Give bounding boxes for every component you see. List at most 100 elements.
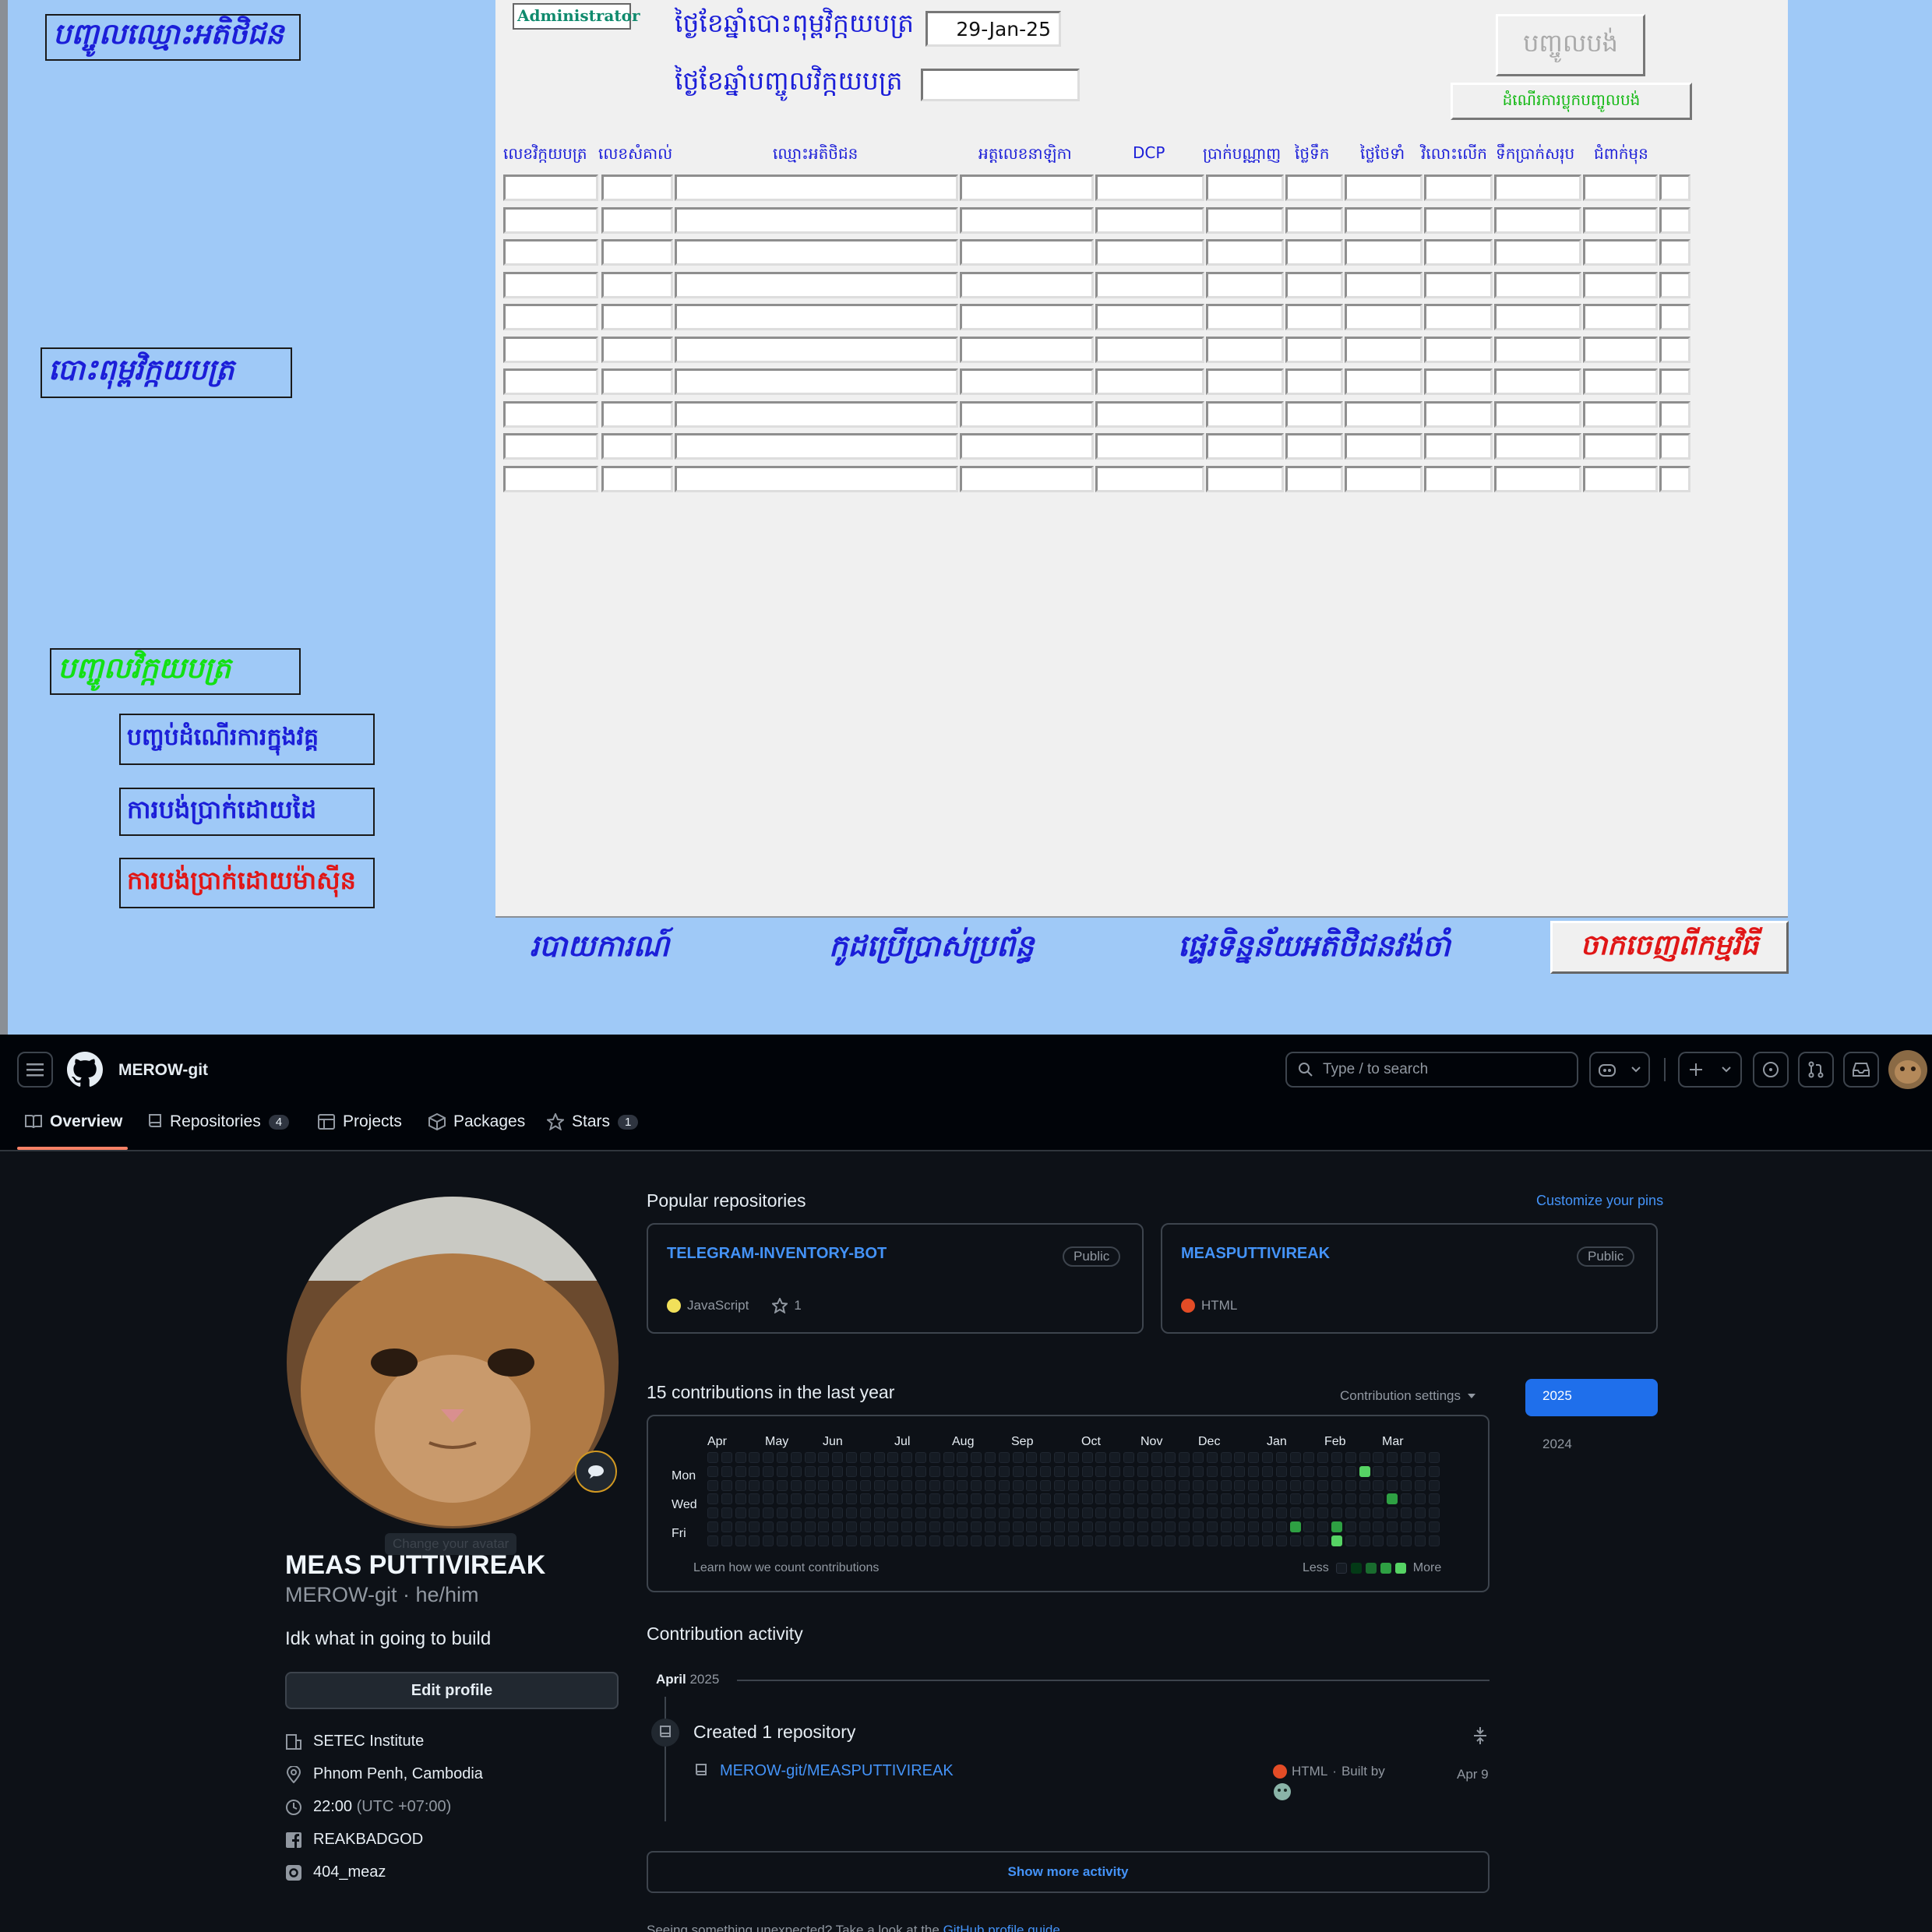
contribution-day[interactable] (1081, 1535, 1093, 1546)
contribution-day[interactable] (749, 1465, 760, 1477)
grid-cell[interactable] (960, 465, 1094, 492)
contribution-day[interactable] (1387, 1493, 1398, 1505)
contribution-day[interactable] (818, 1535, 830, 1546)
contribution-day[interactable] (1123, 1535, 1134, 1546)
inbox-button[interactable] (1843, 1052, 1879, 1088)
contribution-day[interactable] (1067, 1452, 1079, 1463)
grid-cell[interactable] (675, 304, 958, 330)
contribution-day[interactable] (929, 1507, 940, 1519)
contribution-day[interactable] (846, 1493, 857, 1505)
contribution-day[interactable] (1012, 1465, 1024, 1477)
contribution-day[interactable] (1248, 1465, 1260, 1477)
contribution-day[interactable] (763, 1521, 774, 1532)
contribution-day[interactable] (1317, 1452, 1329, 1463)
grid-cell[interactable] (1494, 465, 1581, 492)
grid-cell[interactable] (1424, 465, 1493, 492)
contribution-day[interactable] (818, 1479, 830, 1491)
grid-cell[interactable] (601, 465, 673, 492)
contribution-day[interactable] (1081, 1521, 1093, 1532)
contribution-day[interactable] (1179, 1493, 1190, 1505)
contribution-day[interactable] (873, 1452, 885, 1463)
contribution-day[interactable] (804, 1493, 816, 1505)
contribution-day[interactable] (943, 1507, 954, 1519)
contribution-day[interactable] (859, 1521, 871, 1532)
contribution-day[interactable] (1067, 1521, 1079, 1532)
contribution-day[interactable] (1165, 1452, 1176, 1463)
contribution-day[interactable] (1331, 1479, 1342, 1491)
contribution-day[interactable] (777, 1493, 788, 1505)
grid-cell[interactable] (1583, 465, 1658, 492)
search-input[interactable]: Type / to search (1285, 1052, 1578, 1088)
contribution-day[interactable] (1317, 1479, 1329, 1491)
grid-cell[interactable] (1206, 271, 1284, 298)
grid-cell[interactable] (960, 304, 1094, 330)
grid-cell[interactable] (1659, 304, 1690, 330)
contribution-day[interactable] (1414, 1479, 1426, 1491)
contribution-day[interactable] (887, 1479, 899, 1491)
enter-guest-name-button[interactable]: បញ្ចូលឈ្មោះអតិថិជន (45, 14, 301, 61)
contribution-day[interactable] (1303, 1465, 1315, 1477)
contribution-day[interactable] (915, 1493, 926, 1505)
tab-repositories[interactable]: Repositories 4 (148, 1112, 290, 1131)
contribution-day[interactable] (943, 1465, 954, 1477)
contribution-day[interactable] (832, 1535, 844, 1546)
contribution-day[interactable] (1123, 1479, 1134, 1491)
contribution-day[interactable] (1193, 1452, 1204, 1463)
grid-cell[interactable] (1424, 271, 1493, 298)
contribution-day[interactable] (721, 1493, 732, 1505)
contribution-day[interactable] (1012, 1479, 1024, 1491)
contribution-day[interactable] (763, 1452, 774, 1463)
avatar[interactable] (1888, 1050, 1927, 1089)
github-logo-icon[interactable] (67, 1052, 103, 1088)
contribution-day[interactable] (1289, 1465, 1301, 1477)
contribution-day[interactable] (1123, 1493, 1134, 1505)
contribution-day[interactable] (1151, 1465, 1162, 1477)
contribution-day[interactable] (1262, 1465, 1273, 1477)
contribution-day[interactable] (1262, 1493, 1273, 1505)
grid-cell[interactable] (1285, 239, 1343, 266)
contribution-day[interactable] (1275, 1493, 1287, 1505)
contribution-day[interactable] (1137, 1535, 1148, 1546)
contribution-day[interactable] (998, 1479, 1010, 1491)
contribution-day[interactable] (1026, 1521, 1038, 1532)
contribution-day[interactable] (1054, 1465, 1065, 1477)
contribution-day[interactable] (1179, 1507, 1190, 1519)
contribution-day[interactable] (1137, 1493, 1148, 1505)
contribution-day[interactable] (1373, 1535, 1384, 1546)
profile-facebook[interactable]: REAKBADGOD (285, 1831, 423, 1849)
contribution-day[interactable] (1359, 1521, 1370, 1532)
contribution-day[interactable] (1206, 1479, 1218, 1491)
contribution-day[interactable] (901, 1452, 913, 1463)
contribution-day[interactable] (1137, 1452, 1148, 1463)
grid-cell[interactable] (601, 336, 673, 363)
contribution-day[interactable] (1151, 1493, 1162, 1505)
grid-cell[interactable] (1095, 368, 1204, 395)
contribution-day[interactable] (929, 1479, 940, 1491)
contribution-day[interactable] (901, 1493, 913, 1505)
grid-cell[interactable] (960, 336, 1094, 363)
contribution-day[interactable] (1414, 1535, 1426, 1546)
contribution-day[interactable] (1026, 1507, 1038, 1519)
fold-icon[interactable] (1471, 1726, 1490, 1745)
contribution-day[interactable] (887, 1507, 899, 1519)
grid-cell[interactable] (503, 304, 598, 330)
contribution-day[interactable] (1289, 1452, 1301, 1463)
tab-overview[interactable]: Overview (25, 1112, 122, 1131)
contribution-day[interactable] (1345, 1465, 1356, 1477)
year-2025-button[interactable]: 2025 (1525, 1379, 1658, 1416)
contribution-day[interactable] (846, 1521, 857, 1532)
contribution-day[interactable] (915, 1507, 926, 1519)
grid-cell[interactable] (1659, 336, 1690, 363)
grid-cell[interactable] (1095, 465, 1204, 492)
contribution-day[interactable] (901, 1479, 913, 1491)
contribution-day[interactable] (859, 1507, 871, 1519)
contribution-day[interactable] (777, 1507, 788, 1519)
contribution-day[interactable] (915, 1465, 926, 1477)
contribution-day[interactable] (846, 1465, 857, 1477)
grid-cell[interactable] (960, 239, 1094, 266)
contribution-day[interactable] (901, 1507, 913, 1519)
grid-cell[interactable] (503, 206, 598, 234)
contribution-day[interactable] (1095, 1493, 1107, 1505)
repo-name-telegram[interactable]: TELEGRAM-INVENTORY-BOT (667, 1245, 887, 1263)
contribution-day[interactable] (1026, 1493, 1038, 1505)
